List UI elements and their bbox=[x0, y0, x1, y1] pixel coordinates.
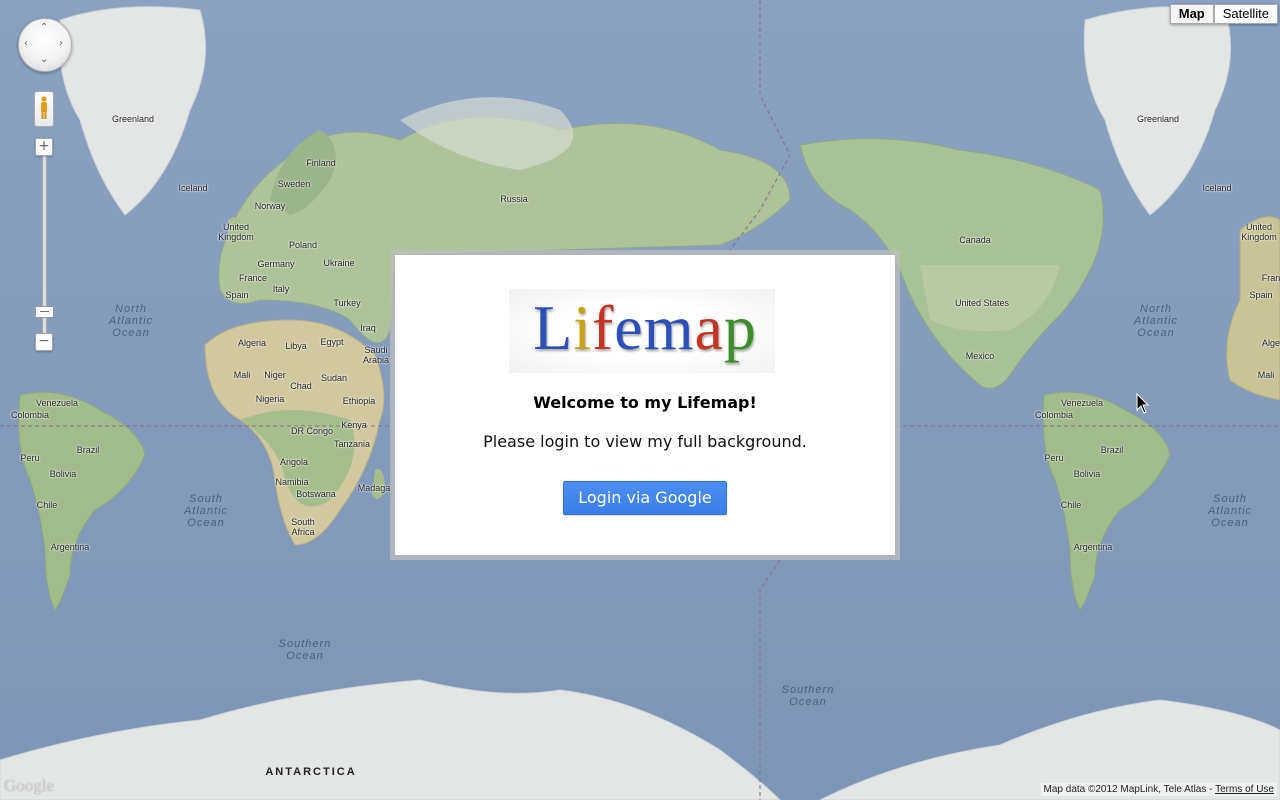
map-type-map-button[interactable]: Map bbox=[1169, 4, 1214, 24]
country-label: Peru bbox=[20, 453, 40, 463]
pan-down-icon[interactable]: ⌄ bbox=[40, 55, 48, 65]
country-label: Iceland bbox=[178, 183, 208, 193]
mouse-cursor-icon bbox=[1136, 393, 1150, 414]
country-label: Algeria bbox=[237, 338, 267, 348]
ocean-label: Southern Ocean bbox=[278, 638, 332, 662]
zoom-slider-handle[interactable] bbox=[35, 306, 54, 318]
country-label: Argentina bbox=[1073, 542, 1113, 552]
pan-control[interactable]: ⌃ ⌄ ‹ › bbox=[18, 18, 72, 72]
antarctica-label: ANTARCTICA bbox=[265, 766, 357, 778]
country-label: Spain bbox=[225, 290, 249, 300]
ocean-label: Southern Ocean bbox=[781, 684, 835, 708]
country-label: Colombia bbox=[10, 410, 50, 420]
country-label: Mali bbox=[233, 370, 251, 380]
country-label: Sweden bbox=[277, 179, 311, 189]
logo-letter: m bbox=[643, 292, 695, 363]
login-message: Please login to view my full background. bbox=[483, 432, 807, 451]
country-label: Botswana bbox=[296, 489, 336, 499]
country-label: Greenland bbox=[111, 114, 155, 124]
zoom-out-button[interactable]: − bbox=[35, 333, 53, 351]
country-label: Kenya bbox=[341, 420, 367, 430]
country-label: Sudan bbox=[320, 373, 348, 383]
welcome-heading: Welcome to my Lifemap! bbox=[533, 393, 757, 412]
login-via-google-button[interactable]: Login via Google bbox=[563, 481, 727, 515]
attribution-text: Map data ©2012 MapLink, Tele Atlas - bbox=[1043, 784, 1213, 795]
country-label: Bolivia bbox=[49, 469, 77, 479]
country-label: Finland bbox=[306, 158, 336, 168]
country-label: Saudi Arabia bbox=[362, 345, 390, 365]
country-label: Fran bbox=[1261, 273, 1280, 283]
country-label: Peru bbox=[1044, 453, 1064, 463]
country-label: Turkey bbox=[333, 298, 361, 308]
country-label: Nigeria bbox=[255, 394, 285, 404]
google-logo[interactable]: Google bbox=[4, 776, 54, 796]
country-label: Chile bbox=[1060, 500, 1082, 510]
ocean-label: South Atlantic Ocean bbox=[183, 493, 229, 529]
logo-letter: L bbox=[533, 292, 574, 363]
country-label: Argentina bbox=[50, 542, 90, 552]
country-label: Niger bbox=[264, 370, 286, 380]
country-label: Chile bbox=[36, 500, 58, 510]
country-label: Norway bbox=[254, 201, 286, 211]
country-label: Canada bbox=[959, 235, 991, 245]
country-label: Iceland bbox=[1202, 183, 1232, 193]
country-label: Ethiopia bbox=[342, 396, 376, 406]
ocean-label: North Atlantic Ocean bbox=[1133, 303, 1179, 339]
country-label: Ukraine bbox=[323, 258, 355, 268]
country-label: Bolivia bbox=[1073, 469, 1101, 479]
pan-left-icon[interactable]: ‹ bbox=[24, 39, 28, 49]
country-label: Madaga bbox=[357, 483, 391, 493]
lifemap-logo: Lifemap bbox=[395, 289, 895, 373]
country-label: Spain bbox=[1249, 290, 1273, 300]
country-label: United States bbox=[954, 298, 1010, 308]
country-label: France bbox=[238, 273, 268, 283]
terms-of-use-link[interactable]: Terms of Use bbox=[1215, 784, 1274, 795]
country-label: Colombia bbox=[1034, 410, 1074, 420]
country-label: Mali bbox=[1257, 370, 1275, 380]
map-type-control: Map Satellite bbox=[1169, 4, 1278, 24]
country-label: Tanzania bbox=[333, 439, 371, 449]
country-label: Angola bbox=[279, 457, 309, 467]
logo-letter: a bbox=[694, 292, 724, 363]
ocean-label: North Atlantic Ocean bbox=[108, 303, 154, 339]
country-label: Brazil bbox=[76, 445, 100, 455]
pegman-icon bbox=[39, 96, 49, 120]
lifemap-logo-text: Lifemap bbox=[395, 293, 895, 363]
map-type-satellite-button[interactable]: Satellite bbox=[1213, 4, 1278, 24]
country-label: South Africa bbox=[291, 517, 315, 537]
country-label: Germany bbox=[257, 259, 295, 269]
country-label: Namibia bbox=[275, 477, 309, 487]
street-view-pegman[interactable] bbox=[34, 91, 54, 127]
country-label: Chad bbox=[290, 381, 312, 391]
country-label: Egypt bbox=[320, 337, 344, 347]
zoom-in-button[interactable]: + bbox=[35, 138, 53, 156]
country-label: Mexico bbox=[965, 351, 995, 361]
logo-letter: p bbox=[723, 292, 757, 363]
country-label: DR Congo bbox=[290, 426, 334, 436]
country-label: United Kingdom bbox=[1241, 222, 1277, 242]
country-label: Poland bbox=[288, 240, 318, 250]
ocean-label: South Atlantic Ocean bbox=[1207, 493, 1253, 529]
country-label: Alge bbox=[1261, 338, 1280, 348]
country-label: Greenland bbox=[1136, 114, 1180, 124]
country-label: Iraq bbox=[360, 323, 376, 333]
country-label: Italy bbox=[272, 284, 290, 294]
logo-letter: e bbox=[614, 292, 644, 363]
logo-letter: f bbox=[591, 292, 615, 363]
login-dialog: Lifemap Welcome to my Lifemap! Please lo… bbox=[395, 255, 895, 555]
country-label: Venezuela bbox=[1060, 398, 1104, 408]
map-attribution: Map data ©2012 MapLink, Tele Atlas - Ter… bbox=[1040, 783, 1277, 796]
pan-right-icon[interactable]: › bbox=[59, 39, 63, 49]
logo-letter: i bbox=[573, 292, 592, 363]
country-label: United Kingdom bbox=[218, 222, 254, 242]
country-label: Russia bbox=[500, 194, 528, 204]
country-label: Venezuela bbox=[35, 398, 79, 408]
country-label: Brazil bbox=[1100, 445, 1124, 455]
pan-up-icon[interactable]: ⌃ bbox=[40, 23, 48, 33]
country-label: Libya bbox=[285, 341, 307, 351]
